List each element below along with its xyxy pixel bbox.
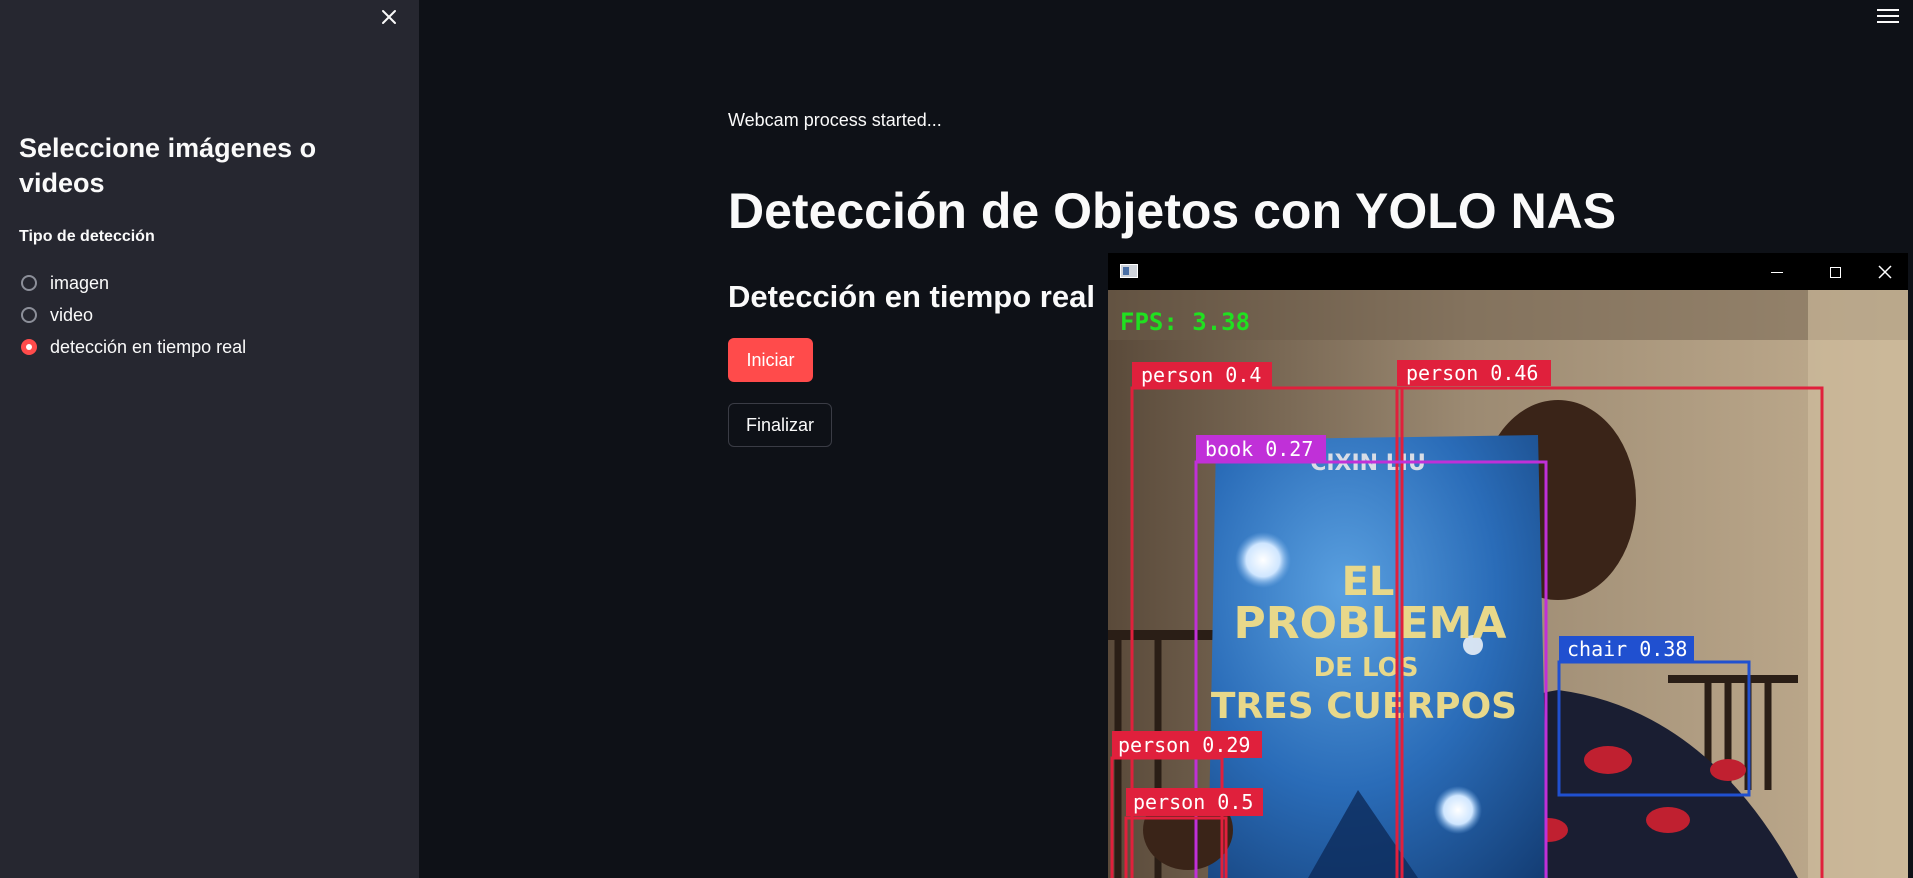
maximize-icon <box>1829 266 1841 278</box>
minimize-button[interactable] <box>1754 259 1800 285</box>
close-icon <box>1878 265 1892 279</box>
fps-counter: FPS: 3.38 <box>1120 308 1250 336</box>
radio-checked-icon <box>21 339 37 355</box>
sidebar-title: Seleccione imágenes o videos <box>19 133 317 198</box>
detection-label: book 0.27 <box>1205 437 1313 461</box>
radio-option-label: detección en tiempo real <box>50 336 247 357</box>
radio-unchecked-icon <box>21 307 37 323</box>
maximize-button[interactable] <box>1812 259 1858 285</box>
detection-type-label: Tipo de detección <box>19 228 155 245</box>
close-sidebar-button[interactable] <box>376 4 402 30</box>
detection-type-radio-group: imagen video detección en tiempo real <box>21 267 246 363</box>
minimize-icon <box>1771 271 1783 273</box>
window-titlebar[interactable] <box>1108 253 1908 290</box>
detection-label: person 0.4 <box>1141 363 1261 387</box>
iniciar-button[interactable]: Iniciar <box>728 338 813 382</box>
book-title: TRES CUERPOS <box>1211 686 1517 727</box>
main-menu-button[interactable] <box>1877 6 1899 26</box>
radio-option-imagen[interactable]: imagen <box>21 267 246 299</box>
window-close-button[interactable] <box>1862 259 1908 285</box>
status-text: Webcam process started... <box>728 110 942 130</box>
hamburger-line <box>1877 21 1899 23</box>
chair-rail <box>1668 675 1798 683</box>
chair-rail <box>1108 630 1218 640</box>
radio-option-label: imagen <box>50 272 110 293</box>
hamburger-line <box>1877 15 1899 17</box>
detection-label: person 0.46 <box>1406 361 1538 385</box>
page-title: Detección de Objetos con YOLO NAS <box>728 183 1617 239</box>
close-icon <box>382 10 396 24</box>
webcam-feed: CIXIN LIU EL PROBLEMA DE LOS TRES CUERPO… <box>1108 290 1908 878</box>
hamburger-menu-icon <box>1877 9 1899 11</box>
video-output-window[interactable]: CIXIN LIU EL PROBLEMA DE LOS TRES CUERPO… <box>1108 253 1908 878</box>
book-orb <box>1434 786 1482 834</box>
section-subtitle: Detección en tiempo real <box>728 279 1095 314</box>
radio-option-tiempo-real[interactable]: detección en tiempo real <box>21 331 246 363</box>
book-title: PROBLEMA <box>1233 598 1506 649</box>
finalizar-button[interactable]: Finalizar <box>728 403 832 447</box>
sidebar: Seleccione imágenes o videos Tipo de det… <box>0 0 419 878</box>
detection-label: person 0.29 <box>1118 733 1250 757</box>
detection-label: person 0.5 <box>1133 790 1253 814</box>
detection-label: chair 0.38 <box>1567 637 1687 661</box>
radio-unchecked-icon <box>21 275 37 291</box>
radio-option-label: video <box>50 304 94 325</box>
radio-option-video[interactable]: video <box>21 299 246 331</box>
app-icon <box>1120 264 1138 278</box>
book-orb <box>1235 532 1291 588</box>
